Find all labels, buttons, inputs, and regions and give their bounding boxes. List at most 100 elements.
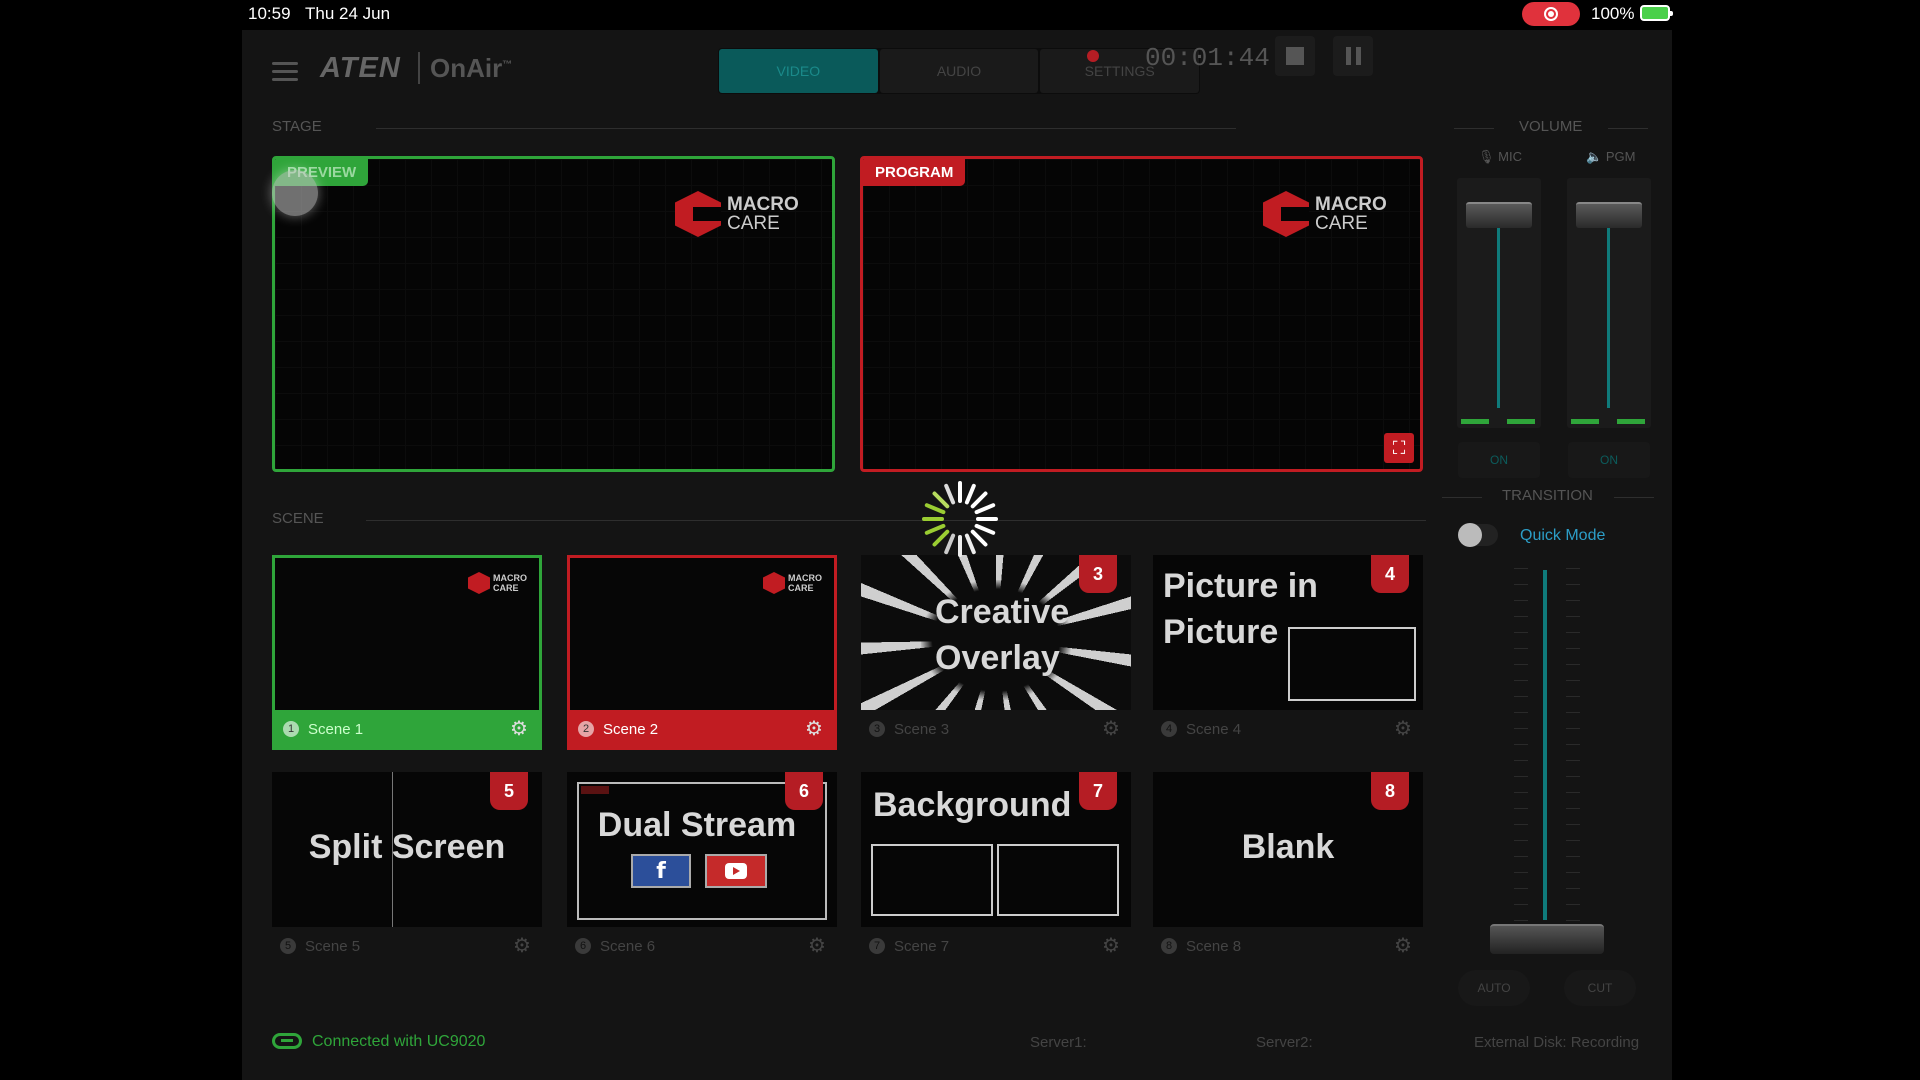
record-timer: 00:01:44 (1145, 43, 1270, 73)
scene-number: 6 (575, 938, 591, 954)
t-bar-handle[interactable] (1490, 924, 1604, 954)
stage-divider (376, 128, 1236, 129)
pause-button[interactable] (1333, 36, 1373, 76)
scene-card-3[interactable]: Creative Overlay 3 3 Scene 3 ⚙ (861, 555, 1131, 750)
scene-thumbnail-title: Dual Stream (597, 806, 797, 844)
screen-recording-icon[interactable] (1522, 2, 1580, 26)
mic-on-button[interactable]: ON (1458, 442, 1540, 478)
gear-icon[interactable]: ⚙ (807, 936, 827, 956)
scene-thumbnail-title: Creative Overlay (935, 593, 1070, 677)
quick-mode-label[interactable]: Quick Mode (1520, 527, 1605, 545)
battery-percent: 100% (1591, 4, 1635, 23)
macro-care-logo: MACRO CARE (675, 191, 799, 237)
scene-badge: 5 (490, 772, 528, 810)
server2-status (1352, 1034, 1452, 1048)
scene-number: 2 (578, 721, 594, 737)
scene-name: Scene 1 (308, 720, 364, 738)
pgm-fader[interactable] (1567, 178, 1651, 428)
scene-card-1[interactable]: MACRO CARE 1 Scene 1 ⚙ (272, 555, 542, 750)
scene-number: 3 (869, 721, 885, 737)
youtube-icon (705, 854, 767, 888)
gear-icon[interactable]: ⚙ (1101, 936, 1121, 956)
brand-logo: ATEN (320, 52, 401, 84)
scene-name: Scene 3 (894, 720, 950, 738)
stop-button[interactable] (1275, 36, 1315, 76)
transition-divider (1614, 497, 1654, 498)
ios-status-bar: 10:59 Thu 24 Jun 100% (0, 0, 1920, 28)
gear-icon[interactable]: ⚙ (512, 936, 532, 956)
scene-divider (366, 520, 1426, 521)
scene-thumbnail-title: Blank (1241, 828, 1335, 866)
mic-fader[interactable] (1457, 178, 1541, 428)
gear-icon[interactable]: ⚙ (1393, 936, 1413, 956)
gear-icon[interactable]: ⚙ (804, 719, 824, 739)
pgm-fader-knob[interactable] (1576, 202, 1642, 228)
scene-name: Scene 8 (1186, 937, 1242, 955)
external-disk-status: External Disk: Recording (1474, 1034, 1640, 1051)
scene-badge: 3 (1079, 555, 1117, 593)
scene-heading: SCENE (272, 510, 324, 527)
scene-thumbnail-title: Background (873, 786, 1072, 824)
scene-card-6[interactable]: Dual Stream f 6 6 Scene 6 ⚙ (567, 772, 837, 967)
scene-number: 7 (869, 938, 885, 954)
scene-number: 5 (280, 938, 296, 954)
scene-name: Scene 7 (894, 937, 950, 955)
link-icon (272, 1033, 302, 1049)
auto-button[interactable]: AUTO (1458, 970, 1530, 1006)
scene-name: Scene 5 (305, 937, 361, 955)
mic-label: 🎙 MIC (1478, 149, 1522, 164)
server1-label: Server1: (1030, 1034, 1087, 1051)
volume-divider (1608, 128, 1648, 129)
macro-care-logo: MACRO CARE (1263, 191, 1387, 237)
scene-name: Scene 2 (603, 720, 659, 738)
program-tag: PROGRAM (863, 159, 966, 186)
transition-rail (1543, 570, 1547, 920)
status-date: Thu 24 Jun (305, 4, 391, 23)
record-indicator-icon (1087, 50, 1099, 62)
fullscreen-icon[interactable]: ⛶ (1384, 433, 1414, 463)
tab-audio[interactable]: AUDIO (879, 49, 1039, 93)
mic-fader-knob[interactable] (1466, 202, 1532, 228)
scene-badge: 8 (1371, 772, 1409, 810)
server2-label: Server2: (1256, 1034, 1313, 1051)
hamburger-menu-icon[interactable] (272, 62, 298, 81)
macro-care-logo: MACRO CARE (763, 572, 822, 594)
transition-heading: TRANSITION (1502, 487, 1593, 504)
transition-scale (1514, 568, 1580, 928)
touch-indicator (272, 170, 318, 216)
program-monitor[interactable]: PROGRAM MACRO CARE ⛶ (860, 156, 1423, 472)
scene-card-7[interactable]: Background 7 7 Scene 7 ⚙ (861, 772, 1131, 967)
tab-video[interactable]: VIDEO (719, 49, 878, 93)
transition-divider (1442, 497, 1482, 498)
scene-number: 4 (1161, 721, 1177, 737)
macro-care-logo: MACRO CARE (468, 572, 527, 594)
scene-number: 1 (283, 721, 299, 737)
scene-card-8[interactable]: Blank 8 8 Scene 8 ⚙ (1153, 772, 1423, 967)
pgm-on-button[interactable]: ON (1568, 442, 1650, 478)
cut-button[interactable]: CUT (1564, 970, 1636, 1006)
facebook-icon: f (631, 854, 691, 888)
pip-frame (1288, 627, 1416, 701)
scene-card-4[interactable]: Picture in Picture 4 4 Scene 4 ⚙ (1153, 555, 1423, 750)
gear-icon[interactable]: ⚙ (1101, 719, 1121, 739)
gear-icon[interactable]: ⚙ (509, 719, 529, 739)
stage-heading: STAGE (272, 118, 322, 135)
background-frames (871, 844, 1119, 916)
loading-spinner-icon (922, 481, 998, 557)
scene-thumbnail-title: Split Screen (308, 828, 506, 866)
scene-badge: 4 (1371, 555, 1409, 593)
pgm-label: 🔈 PGM (1586, 149, 1636, 164)
quick-mode-toggle[interactable] (1458, 523, 1498, 547)
scene-card-2[interactable]: MACRO CARE 2 Scene 2 ⚙ (567, 555, 837, 750)
live-indicator (581, 786, 609, 794)
main-tabs: VIDEO AUDIO SETTINGS (718, 48, 1200, 94)
scene-name: Scene 4 (1186, 720, 1242, 738)
scene-card-5[interactable]: Split Screen 5 5 Scene 5 ⚙ (272, 772, 542, 967)
brand-divider (418, 52, 420, 84)
battery-icon (1640, 5, 1673, 21)
preview-monitor[interactable]: PREVIEW MACRO CARE (272, 156, 835, 472)
scene-number: 8 (1161, 938, 1177, 954)
gear-icon[interactable]: ⚙ (1393, 719, 1413, 739)
volume-heading: VOLUME (1519, 118, 1583, 135)
scene-badge: 6 (785, 772, 823, 810)
